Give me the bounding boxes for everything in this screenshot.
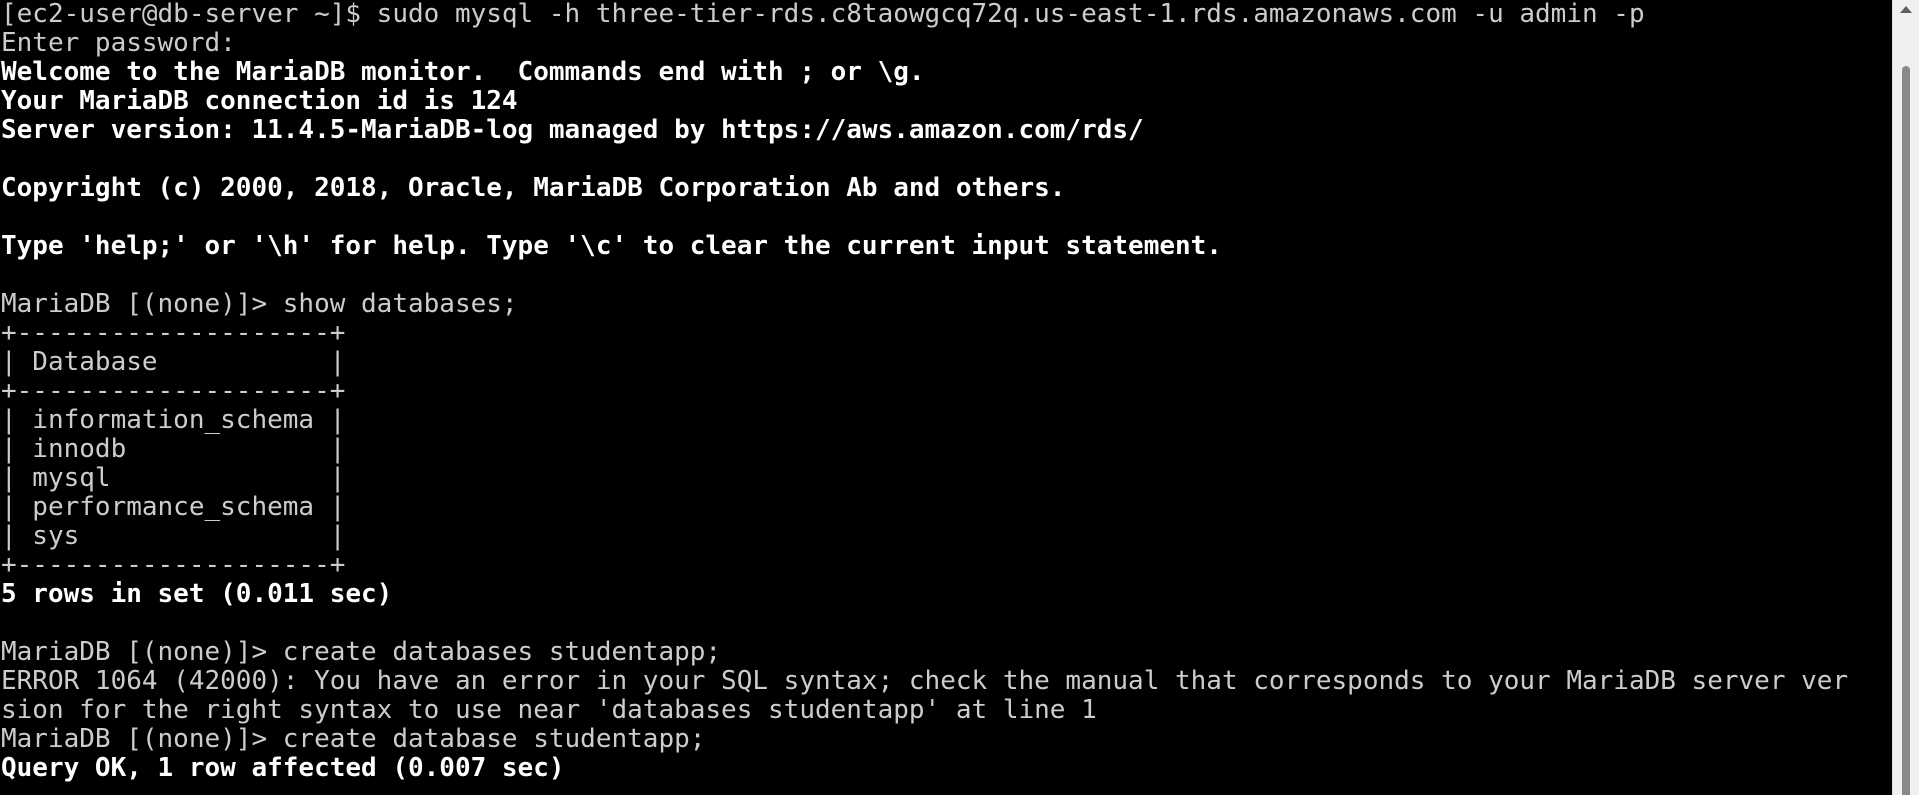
terminal-line: sion for the right syntax to use near 'd… xyxy=(1,695,1097,725)
scrollbar-thumb[interactable] xyxy=(1902,66,1910,795)
terminal-line: +--------------------+ xyxy=(1,318,346,348)
terminal-line: Type 'help;' or '\h' for help. Type '\c'… xyxy=(1,231,1222,261)
terminal-line: | Database | xyxy=(1,347,346,377)
terminal-line: | sys | xyxy=(1,521,346,551)
terminal-line: Your MariaDB connection id is 124 xyxy=(1,86,518,116)
terminal-window[interactable]: [ec2-user@db-server ~]$ sudo mysql -h th… xyxy=(0,0,1919,795)
terminal-line: 5 rows in set (0.011 sec) xyxy=(1,579,393,609)
vertical-scrollbar[interactable] xyxy=(1892,0,1919,795)
terminal-line: Enter password: xyxy=(1,28,236,58)
scroll-up-arrow-icon[interactable] xyxy=(1900,6,1912,13)
terminal-line: ERROR 1064 (42000): You have an error in… xyxy=(1,666,1849,696)
terminal-line: Copyright (c) 2000, 2018, Oracle, MariaD… xyxy=(1,173,1066,203)
terminal-line: MariaDB [(none)]> show databases; xyxy=(1,289,518,319)
terminal-line: Welcome to the MariaDB monitor. Commands… xyxy=(1,57,925,87)
terminal-line: +--------------------+ xyxy=(1,376,346,406)
terminal-line: MariaDB [(none)]> create databases stude… xyxy=(1,637,722,667)
terminal-line: | innodb | xyxy=(1,434,346,464)
terminal-line: Server version: 11.4.5-MariaDB-log manag… xyxy=(1,115,1144,145)
terminal-line: MariaDB [(none)]> create database studen… xyxy=(1,724,706,754)
terminal-line: | information_schema | xyxy=(1,405,346,435)
terminal-line: [ec2-user@db-server ~]$ sudo mysql -h th… xyxy=(1,0,1645,29)
terminal-line: | mysql | xyxy=(1,463,346,493)
terminal-output[interactable]: [ec2-user@db-server ~]$ sudo mysql -h th… xyxy=(1,0,1891,795)
terminal-line: | performance_schema | xyxy=(1,492,346,522)
terminal-line: Query OK, 1 row affected (0.007 sec) xyxy=(1,753,565,783)
terminal-line: +--------------------+ xyxy=(1,550,346,580)
